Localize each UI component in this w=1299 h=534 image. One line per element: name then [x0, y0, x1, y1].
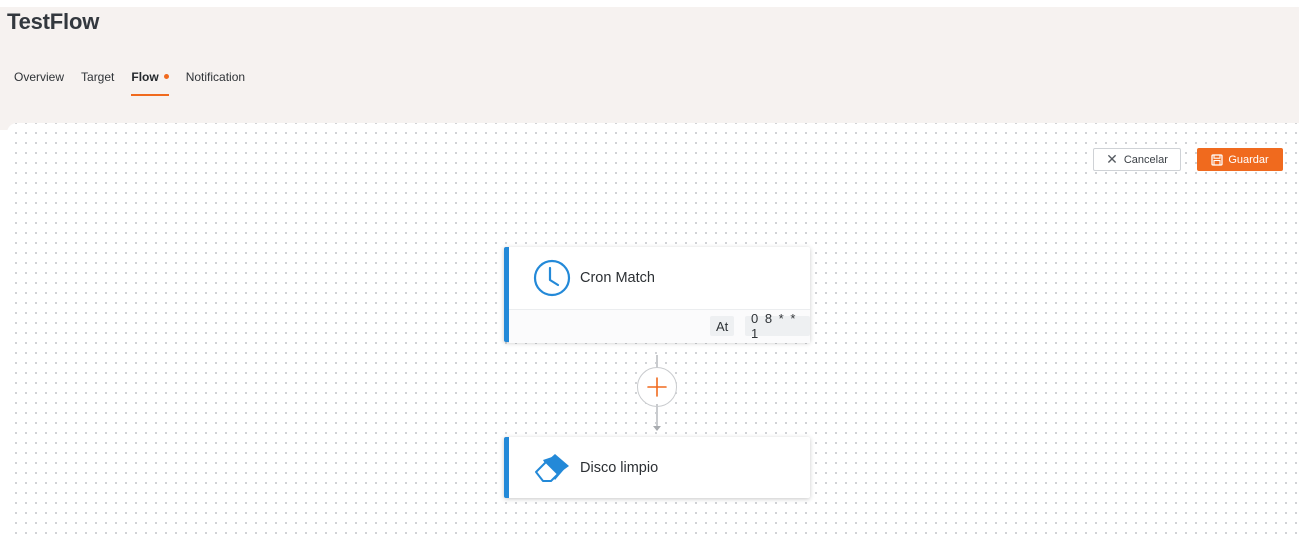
tab-label: Notification	[185, 70, 246, 84]
top-strip	[0, 0, 1299, 7]
node-title: Cron Match	[580, 270, 655, 286]
close-icon: ✕	[1106, 151, 1118, 167]
add-step-button[interactable]	[637, 367, 677, 407]
node-params: At 0 8 * * 1	[509, 309, 810, 343]
eraser-icon	[535, 453, 569, 482]
node-title: Disco limpio	[580, 459, 659, 476]
tab-flow[interactable]: Flow	[131, 70, 170, 96]
param-label-chip: At	[710, 316, 735, 336]
tab-overview[interactable]: Overview	[14, 70, 64, 96]
flow-node-cron-match[interactable]: Cron Match At 0 8 * * 1	[504, 247, 810, 343]
connector-arrow	[653, 426, 661, 431]
node-header: Cron Match	[509, 247, 810, 309]
tab-label: Overview	[14, 70, 65, 84]
cancel-button[interactable]: ✕ Cancelar	[1093, 148, 1181, 171]
page-title: TestFlow	[7, 9, 100, 34]
tab-target[interactable]: Target	[81, 70, 114, 96]
save-label: Guardar	[1228, 153, 1269, 166]
node-header: Disco limpio	[509, 437, 810, 498]
tab-bar: Overview Target Flow Notification	[14, 70, 262, 96]
save-button[interactable]: Guardar	[1197, 148, 1283, 171]
cancel-label: Cancelar	[1123, 153, 1168, 166]
floppy-disk-icon	[1211, 153, 1223, 166]
tab-notification[interactable]: Notification	[186, 70, 245, 96]
page-header: TestFlow Overview Target Flow Notificati…	[0, 0, 1299, 130]
clock-icon	[533, 259, 571, 297]
cron-expression-chip: 0 8 * * 1	[745, 311, 810, 341]
plus-icon	[647, 377, 667, 397]
tab-label: Target	[81, 70, 115, 84]
flow-node-disco-limpio[interactable]: Disco limpio	[504, 437, 810, 498]
unsaved-changes-dot	[163, 74, 169, 79]
tab-label: Flow	[131, 70, 159, 84]
